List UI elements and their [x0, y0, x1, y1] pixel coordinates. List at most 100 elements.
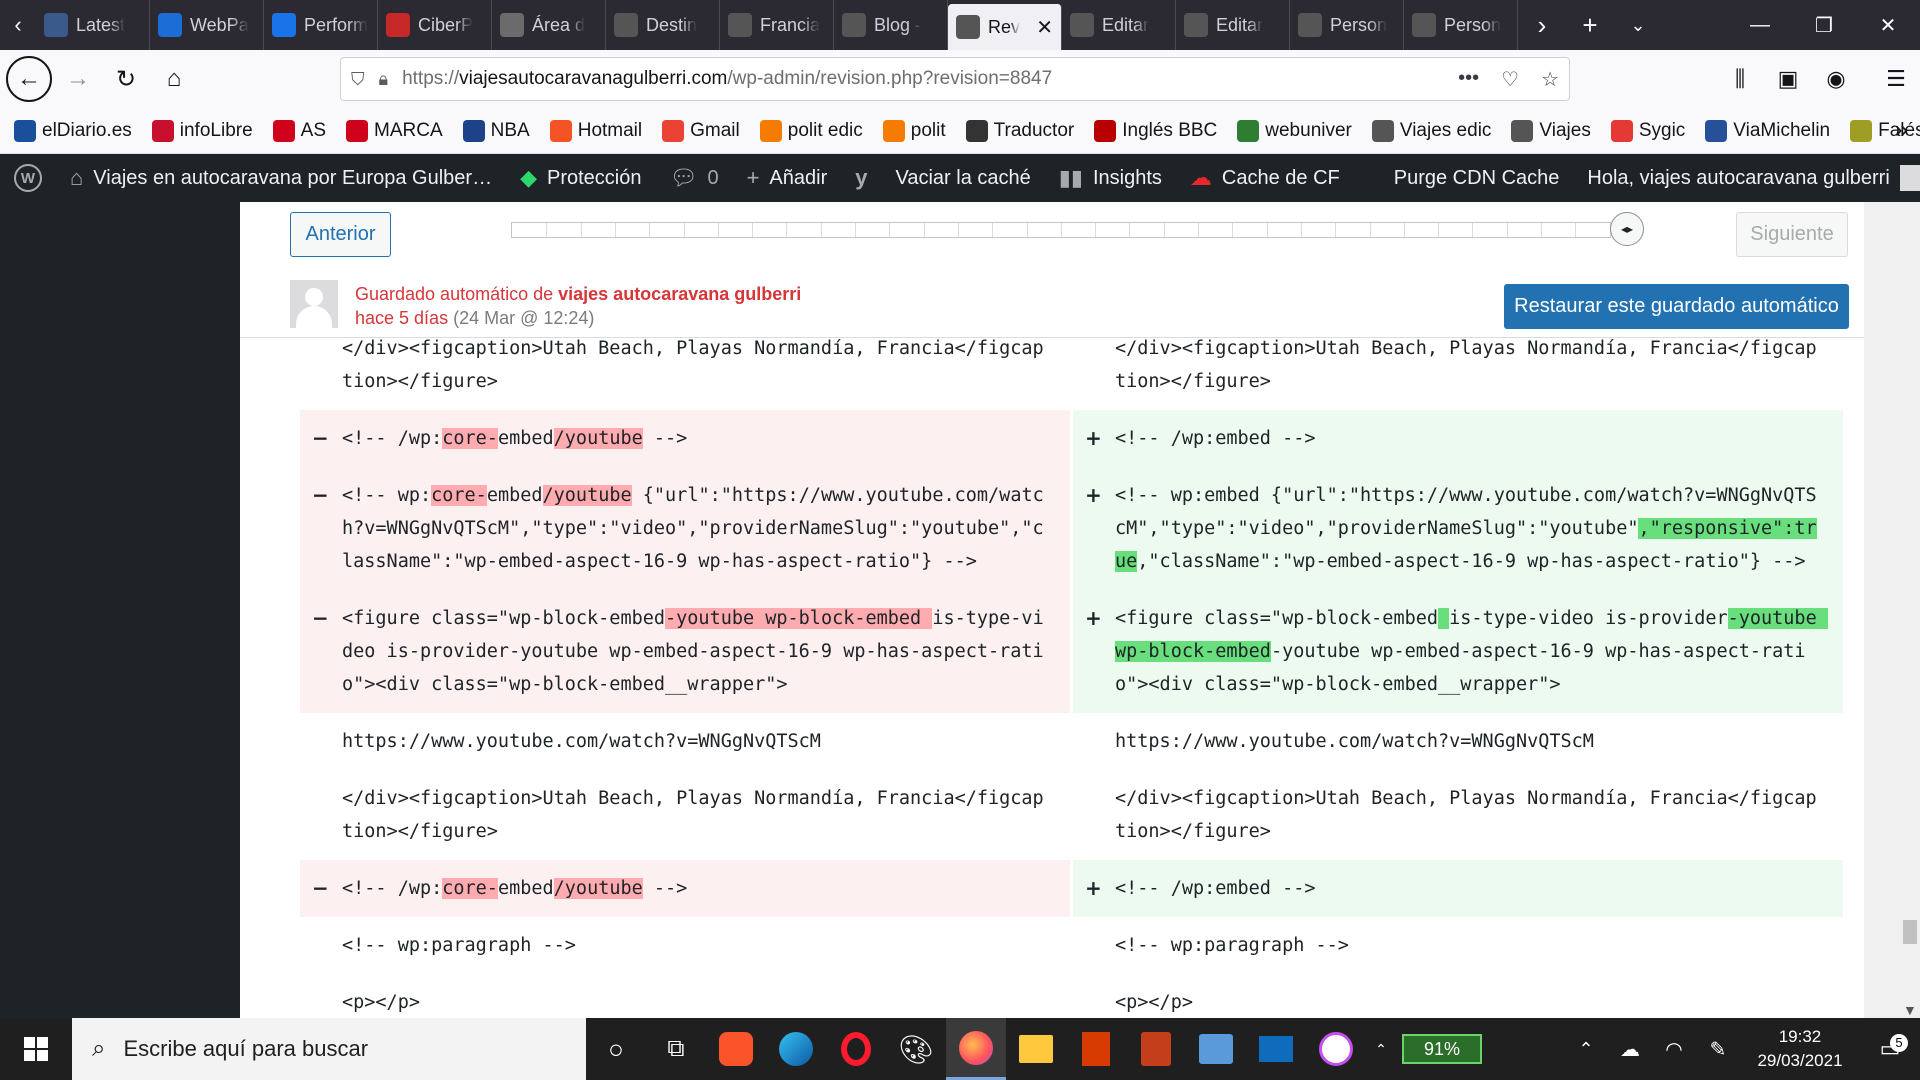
tab-list-chevron-icon[interactable]: ⌄ [1614, 15, 1662, 36]
account-icon[interactable]: ◉ [1812, 66, 1860, 92]
tab-scroll-left-icon[interactable]: ‹ [0, 0, 36, 50]
my-account-link[interactable]: Hola, viajes autocaravana gulberri [1573, 154, 1920, 202]
browser-tab[interactable]: Blog - [834, 0, 948, 50]
comments-link[interactable]: 💬︎ 0 [656, 154, 733, 202]
shield-icon[interactable]: ⛉ [351, 69, 365, 90]
browser-tab[interactable]: WebPa [150, 0, 264, 50]
notification-center-icon[interactable]: ▭ 5 [1860, 1034, 1920, 1062]
wp-logo-icon[interactable]: W [0, 154, 56, 202]
browser-tab[interactable]: Latest [36, 0, 150, 50]
purge-cdn-link[interactable]: Purge CDN Cache [1354, 154, 1574, 202]
reload-button[interactable]: ↻ [102, 59, 150, 99]
office-icon[interactable] [1066, 1032, 1126, 1066]
browser-tab[interactable]: Person [1290, 0, 1404, 50]
bookmark-item[interactable]: infoLibre [151, 119, 253, 142]
brave-icon[interactable] [706, 1032, 766, 1066]
previous-button[interactable]: Anterior [290, 212, 391, 257]
next-button[interactable]: Siguiente [1736, 212, 1848, 257]
powerpoint-icon[interactable] [1126, 1032, 1186, 1066]
browser-tab[interactable]: Editar [1176, 0, 1290, 50]
address-bar[interactable]: ⛉ 🔒︎ https://viajesautocaravanagulberri.… [340, 57, 1570, 101]
bookmark-star-icon[interactable]: ☆ [1541, 67, 1559, 92]
diff-text: </div><figcaption>Utah Beach, Playas Nor… [1115, 788, 1817, 842]
bookmark-item[interactable]: webuniver [1237, 119, 1352, 142]
battery-meter[interactable]: 91% [1402, 1034, 1482, 1064]
revision-slider[interactable] [511, 222, 1611, 238]
bookmark-item[interactable]: polit edic [759, 119, 863, 142]
firefox-icon[interactable] [946, 1018, 1006, 1080]
bookmark-item[interactable]: MARCA [346, 119, 443, 142]
bookmark-item[interactable]: Falésia [1850, 119, 1920, 142]
browser-tab[interactable]: Perform [264, 0, 378, 50]
home-button[interactable]: ⌂ [150, 59, 198, 99]
minimize-icon[interactable]: — [1728, 0, 1792, 50]
bookmark-item[interactable]: Sygic [1610, 119, 1685, 142]
mail-icon[interactable] [1246, 1036, 1306, 1062]
library-icon[interactable]: ⫼ [1716, 66, 1764, 92]
show-hidden-icons[interactable]: ⌃ [1564, 1039, 1608, 1060]
browser-tab[interactable]: Destin [606, 0, 720, 50]
url-host: viajesautocaravanagulberri.com [459, 68, 728, 89]
bookmark-item[interactable]: NBA [462, 119, 530, 142]
slider-tick [1438, 223, 1440, 237]
forward-button[interactable]: → [54, 59, 102, 99]
new-tab-icon[interactable]: + [1566, 10, 1614, 41]
file-explorer-icon[interactable] [1006, 1035, 1066, 1063]
back-button[interactable]: ← [6, 56, 52, 102]
cloudflare-cache-link[interactable]: ☁ Cache de CF [1176, 154, 1354, 202]
menu-icon[interactable]: ☰ [1872, 66, 1920, 92]
cortana-icon[interactable]: ○ [586, 1034, 646, 1065]
browser-tab[interactable]: Person [1404, 0, 1518, 50]
slider-handle[interactable]: ◂▸ [1610, 212, 1644, 246]
site-name-link[interactable]: ⌂ Viajes en autocaravana por Europa Gulbe… [56, 154, 506, 202]
scrollbar-thumb[interactable] [1903, 920, 1917, 944]
start-icon[interactable] [0, 1018, 72, 1080]
bookmark-item[interactable]: Viajes edic [1371, 119, 1491, 142]
browser-tab[interactable]: Área d [492, 0, 606, 50]
page-scrollbar[interactable]: ▼ [1900, 202, 1920, 1018]
photos-icon[interactable] [1186, 1034, 1246, 1064]
edge-icon[interactable] [766, 1032, 826, 1066]
insights-link[interactable]: ▮▮ Insights [1045, 154, 1176, 202]
wifi-icon[interactable]: ◠ [1652, 1037, 1696, 1062]
clear-cache-link[interactable]: Vaciar la caché [881, 154, 1044, 202]
url-text[interactable]: https://viajesautocaravanagulberri.com/w… [402, 68, 1052, 90]
clock[interactable]: 19:32 29/03/2021 [1740, 1025, 1860, 1073]
bookmark-item[interactable]: Traductor [965, 119, 1074, 142]
sidebar-icon[interactable]: ▣ [1764, 66, 1812, 92]
bookmark-item[interactable]: elDiario.es [14, 119, 132, 142]
restore-icon[interactable]: ❐ [1792, 0, 1856, 50]
bookmark-item[interactable]: Hotmail [549, 119, 642, 142]
pocket-icon[interactable]: ♡ [1501, 67, 1519, 92]
bookmark-item[interactable]: polit [882, 119, 946, 142]
task-view-icon[interactable]: ⧉ [646, 1035, 706, 1063]
tray-scroll-icon[interactable]: ⌃ [1366, 1041, 1396, 1058]
bookmark-label: webuniver [1265, 119, 1352, 141]
more-bookmarks-icon[interactable]: » [1895, 116, 1908, 144]
bookmark-item[interactable]: ViaMichelin [1705, 119, 1830, 142]
proteccion-link[interactable]: ◆ Protección [506, 154, 655, 202]
bookmark-item[interactable]: Inglés BBC [1094, 119, 1217, 142]
scroll-down-icon[interactable]: ▼ [1903, 1002, 1917, 1018]
tab-scroll-right-icon[interactable]: › [1518, 10, 1566, 41]
browser-tab[interactable]: Rev ✕ [948, 4, 1062, 50]
itunes-icon[interactable] [1306, 1032, 1366, 1066]
page-actions-icon[interactable]: ••• [1458, 67, 1479, 92]
restore-autosave-button[interactable]: Restaurar este guardado automático [1504, 284, 1849, 329]
browser-tab[interactable]: Francia [720, 0, 834, 50]
paint-icon[interactable]: 🎨︎ [886, 1033, 946, 1066]
add-new-link[interactable]: + Añadir [733, 154, 842, 202]
browser-tab[interactable]: Editar [1062, 0, 1176, 50]
onedrive-icon[interactable]: ☁ [1608, 1037, 1652, 1062]
close-tab-icon[interactable]: ✕ [1036, 15, 1053, 40]
browser-tab[interactable]: CiberP [378, 0, 492, 50]
bookmark-item[interactable]: Gmail [662, 119, 740, 142]
bookmark-item[interactable]: AS [272, 119, 326, 142]
bookmark-item[interactable]: Viajes [1511, 119, 1591, 142]
pen-icon[interactable]: ✎ [1696, 1037, 1740, 1062]
lock-icon[interactable]: 🔒︎ [379, 69, 389, 90]
close-window-icon[interactable]: ✕ [1856, 0, 1920, 50]
opera-icon[interactable] [826, 1032, 886, 1066]
taskbar-search[interactable]: ⌕ Escribe aquí para buscar [72, 1018, 586, 1080]
yoast-icon[interactable]: y [841, 154, 881, 202]
